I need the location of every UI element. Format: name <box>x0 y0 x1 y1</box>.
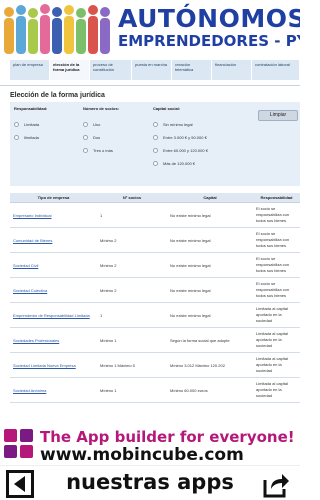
radio-option[interactable]: Más de 120.000 € <box>153 158 208 168</box>
column-header: Tipo de empresa <box>37 195 70 200</box>
radio-option[interactable]: Dos <box>83 132 119 142</box>
app-screen: AUTÓNOMOS EMPRENDEDORES - PYMES plan de … <box>0 0 300 500</box>
table-row: Emprendedor de Responsabilidad Limitada … <box>10 303 300 328</box>
table-row: Sociedad Colectiva Mínimo 2 No existe mí… <box>10 278 300 303</box>
column-header: Capital <box>203 195 217 200</box>
responsabilidad-cell: El socio se responsabiliza con todos sus… <box>256 281 290 298</box>
radio-button[interactable] <box>153 121 158 127</box>
radio-option[interactable]: Entre 3.000 € y 50.000 € <box>153 132 208 142</box>
radio-button[interactable] <box>14 121 19 127</box>
socios-cell: Mínimo 2 <box>100 262 117 268</box>
tab-puesta-en-marcha[interactable]: puesta en marcha <box>132 60 172 80</box>
ad-url: www.mobincube.com <box>40 445 244 465</box>
capital-label: Capital social: <box>153 106 181 111</box>
radio-button[interactable] <box>83 134 88 140</box>
company-type-link[interactable]: Comunidad de Bienes <box>10 228 97 252</box>
tab-contratacion-laboral[interactable]: contratación laboral <box>252 60 300 80</box>
company-type-link[interactable]: Sociedad Limitada Nueva Empresa <box>10 353 97 377</box>
share-arrow-icon[interactable] <box>262 470 290 498</box>
table-row: Sociedad Anónima Mínimo 1 Mínimo 60.000 … <box>10 378 300 403</box>
company-type-link[interactable]: Sociedad Anónima <box>10 378 97 402</box>
responsabilidad-cell: Limitada al capital aportado en la socie… <box>256 381 289 398</box>
radio-option[interactable]: Entre 60.000 y 120.000 € <box>153 145 208 155</box>
filter-form: Responsabilidad: Limitada Ilimitada Núme… <box>10 102 300 186</box>
app-header: AUTÓNOMOS EMPRENDEDORES - PYMES <box>0 0 300 55</box>
capital-cell: Según la forma social que adopte <box>170 337 230 343</box>
capital-group: Capital social: Sin mínimo legal Entre 3… <box>153 106 208 171</box>
socios-group: Número de socios: Uno Dos Tres o más <box>83 106 119 158</box>
company-type-link[interactable]: Empresario Individual <box>10 203 97 227</box>
ad-headline: The App builder for everyone! <box>40 428 295 446</box>
radio-button[interactable] <box>83 121 88 127</box>
table-row: Sociedades Profesionales Mínimo 1 Según … <box>10 328 300 353</box>
people-silhouettes-icon <box>4 4 110 54</box>
ad-banner[interactable]: The App builder for everyone! www.mobinc… <box>0 423 300 465</box>
radio-button[interactable] <box>153 134 158 140</box>
company-type-link[interactable]: Emprendedor de Responsabilidad Limitada <box>10 303 97 327</box>
socios-cell: Mínimo 2 <box>100 287 117 293</box>
column-header: Nº socios <box>122 195 142 200</box>
mobincube-logo-icon <box>4 429 33 458</box>
column-header: Responsabilidad <box>260 195 293 200</box>
table-row: Empresario Individual 1 No existe mínimo… <box>10 203 300 228</box>
table-header: Tipo de empresa Nº socios Capital Respon… <box>10 193 300 203</box>
socios-cell: Mínimo 2 <box>100 237 117 243</box>
responsabilidad-cell: El socio se responsabiliza con todos sus… <box>256 206 290 223</box>
section-title: Elección de la forma jurídica <box>10 92 105 99</box>
company-type-link[interactable]: Sociedades Profesionales <box>10 328 97 352</box>
capital-cell: Mínimo 60.000 euros <box>170 387 208 393</box>
radio-button[interactable] <box>83 147 88 153</box>
tab-forma-juridica[interactable]: elección de la forma jurídica <box>50 60 90 80</box>
responsabilidad-cell: El socio se responsabiliza con todos sus… <box>256 256 290 273</box>
capital-cell: No existe mínimo legal <box>170 212 211 218</box>
table-row: Sociedad Limitada Nueva Empresa Mínimo 1… <box>10 353 300 378</box>
company-type-link[interactable]: Sociedad Civil <box>10 253 97 277</box>
responsabilidad-cell: Limitada al capital aportado en la socie… <box>256 306 289 323</box>
radio-option[interactable]: Tres o más <box>83 145 119 155</box>
nav-title[interactable]: nuestras apps <box>60 470 240 494</box>
responsabilidad-cell: El socio se responsabiliza con todos sus… <box>256 231 290 248</box>
capital-cell: No existe mínimo legal <box>170 237 211 243</box>
bottom-nav: nuestras apps <box>0 465 300 500</box>
capital-cell: No existe mínimo legal <box>170 312 211 318</box>
socios-cell: 1 <box>100 312 103 318</box>
brand-subtitle: EMPRENDEDORES - PYMES <box>118 32 300 50</box>
tab-bar: plan de empresa elección de la forma jur… <box>10 60 300 80</box>
capital-cell: Mínimo 3.012 Máximo 120.202 <box>170 362 225 368</box>
capital-cell: No existe mínimo legal <box>170 262 211 268</box>
company-types-table: Tipo de empresa Nº socios Capital Respon… <box>10 193 300 403</box>
socios-cell: 1 <box>100 212 103 218</box>
tab-proceso-constitucion[interactable]: proceso de constitución <box>90 60 132 80</box>
socios-cell: Mínimo 1 Máximo 5 <box>100 362 135 368</box>
web-content: plan de empresa elección de la forma jur… <box>0 55 300 423</box>
company-type-link[interactable]: Sociedad Colectiva <box>10 278 97 302</box>
tab-financiacion[interactable]: financiación <box>212 60 252 80</box>
divider <box>0 85 300 86</box>
table-row: Comunidad de Bienes Mínimo 2 No existe m… <box>10 228 300 253</box>
capital-cell: No existe mínimo legal <box>170 287 211 293</box>
radio-button[interactable] <box>153 147 158 153</box>
responsabilidad-label: Responsabilidad: <box>14 106 48 111</box>
radio-option[interactable]: Ilimitada <box>14 132 47 142</box>
limpiar-button[interactable]: Limpiar <box>258 110 298 121</box>
tab-plan-empresa[interactable]: plan de empresa <box>10 60 50 80</box>
responsabilidad-cell: Limitada al capital aportado en la socie… <box>256 356 289 373</box>
back-arrow-icon[interactable] <box>6 470 34 498</box>
socios-cell: Mínimo 1 <box>100 387 117 393</box>
radio-option[interactable]: Uno <box>83 119 119 129</box>
brand-title: AUTÓNOMOS <box>118 4 300 33</box>
radio-button[interactable] <box>14 134 19 140</box>
radio-option[interactable]: Limitada <box>14 119 47 129</box>
socios-cell: Mínimo 1 <box>100 337 117 343</box>
responsabilidad-cell: Limitada al capital aportado en la socie… <box>256 331 289 348</box>
socios-label: Número de socios: <box>83 106 120 111</box>
radio-button[interactable] <box>153 160 158 166</box>
responsabilidad-group: Responsabilidad: Limitada Ilimitada <box>14 106 47 145</box>
tab-creacion-telematica[interactable]: creación telemática <box>172 60 212 80</box>
table-row: Sociedad Civil Mínimo 2 No existe mínimo… <box>10 253 300 278</box>
radio-option[interactable]: Sin mínimo legal <box>153 119 208 129</box>
